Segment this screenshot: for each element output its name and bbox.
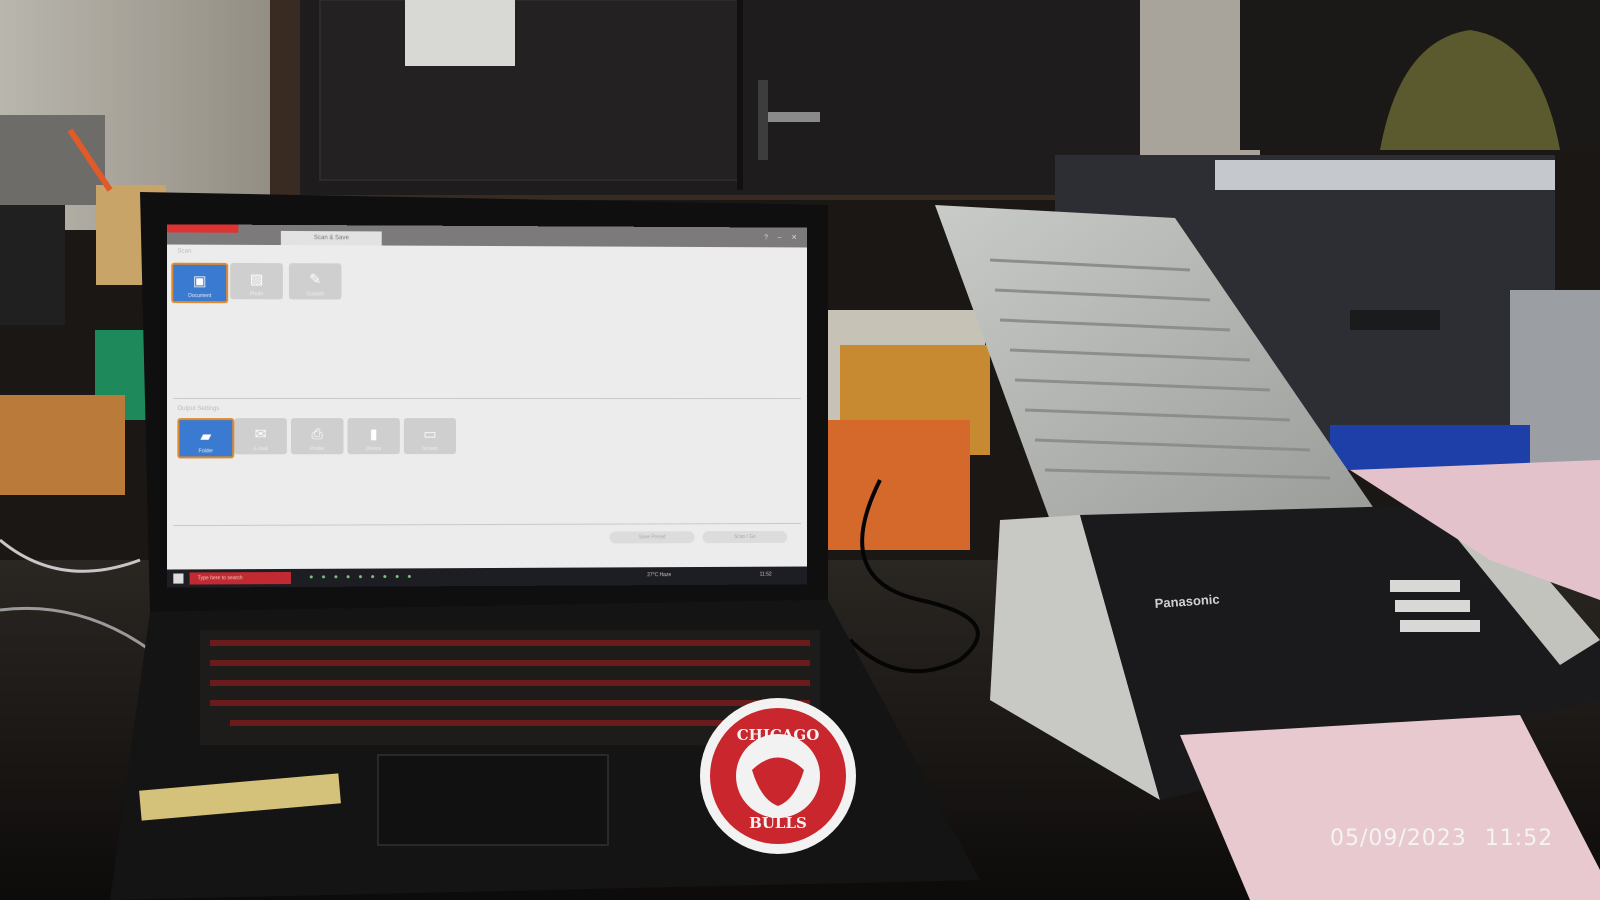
photo-scene: CHICAGO BULLS Scan & Save ? – ✕ Scan ▣ Do… xyxy=(0,0,1600,900)
document-scanner: Panasonic xyxy=(935,205,1600,900)
timestamp-time: 11:52 xyxy=(1484,826,1554,851)
photo-timestamp: 05/09/2023 11:52 xyxy=(1330,826,1571,851)
timestamp-date: 05/09/2023 xyxy=(1330,826,1467,851)
pink-output-paper xyxy=(1180,715,1600,900)
